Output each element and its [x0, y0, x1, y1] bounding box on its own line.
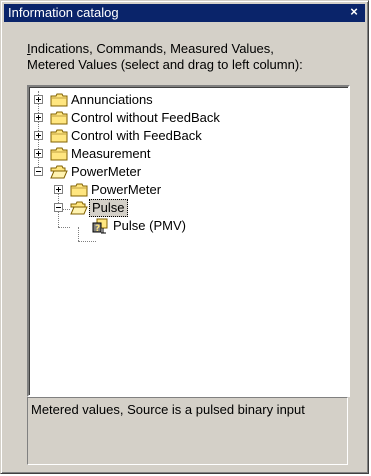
tree-node-control-with-feedback[interactable]: Control with FeedBack — [29, 127, 339, 145]
collapse-minus-icon[interactable] — [54, 203, 63, 212]
window-title: Information catalog — [8, 5, 119, 20]
expand-plus-icon[interactable] — [34, 95, 43, 104]
folder-closed-icon — [50, 147, 68, 161]
tree-node-label: Control without FeedBack — [71, 110, 220, 125]
svg-text:?: ? — [95, 224, 100, 234]
tree-node-annunciations[interactable]: Annunciations — [29, 91, 339, 109]
instructions-line-2: Metered Values (select and drag to left … — [27, 57, 303, 72]
tree-node-powermeter-child[interactable]: PowerMeter — [29, 181, 339, 199]
instructions-line-1: Indications, Commands, Measured Values, — [27, 41, 357, 57]
expand-plus-icon[interactable] — [54, 185, 63, 194]
expand-plus-icon[interactable] — [34, 131, 43, 140]
tree-node-label: PowerMeter — [91, 182, 162, 197]
tree-node-pulse-pmv[interactable]: ? Pulse (PMV) — [29, 217, 339, 235]
tree-node-label-selected: Pulse — [89, 199, 128, 217]
description-panel: Metered values, Source is a pulsed binar… — [27, 397, 348, 465]
tree-node-label: Measurement — [71, 146, 151, 161]
expand-plus-icon[interactable] — [34, 149, 43, 158]
tree-node-label: Annunciations — [71, 92, 153, 107]
folder-closed-icon — [70, 183, 88, 197]
expand-plus-icon[interactable] — [34, 113, 43, 122]
folder-closed-icon — [50, 111, 68, 125]
tree-node-measurement[interactable]: Measurement — [29, 145, 339, 163]
tree-node-label: Pulse (PMV) — [113, 218, 186, 233]
tree-node-label: Control with FeedBack — [71, 128, 202, 143]
folder-open-icon — [50, 165, 68, 179]
tree-node-label: PowerMeter — [71, 164, 142, 179]
tree-node-control-without-feedback[interactable]: Control without FeedBack — [29, 109, 339, 127]
collapse-minus-icon[interactable] — [34, 167, 43, 176]
catalog-tree[interactable]: Annunciations Control without FeedBack C… — [27, 85, 350, 397]
information-catalog-window: Information catalog × Indications, Comma… — [0, 0, 369, 474]
description-text: Metered values, Source is a pulsed binar… — [31, 402, 305, 417]
title-bar[interactable]: Information catalog × — [4, 4, 365, 22]
tree-connector — [78, 241, 96, 242]
folder-closed-icon — [50, 129, 68, 143]
instructions-text: Indications, Commands, Measured Values, … — [27, 41, 357, 73]
pulse-item-icon: ? — [92, 218, 108, 234]
folder-open-icon — [70, 201, 88, 215]
tree-node-powermeter[interactable]: PowerMeter — [29, 163, 339, 181]
tree-node-pulse[interactable]: Pulse — [29, 199, 339, 217]
folder-closed-icon — [50, 93, 68, 107]
instructions-line-1-rest: ndications, Commands, Measured Values, — [30, 41, 274, 56]
close-button[interactable]: × — [347, 5, 361, 18]
